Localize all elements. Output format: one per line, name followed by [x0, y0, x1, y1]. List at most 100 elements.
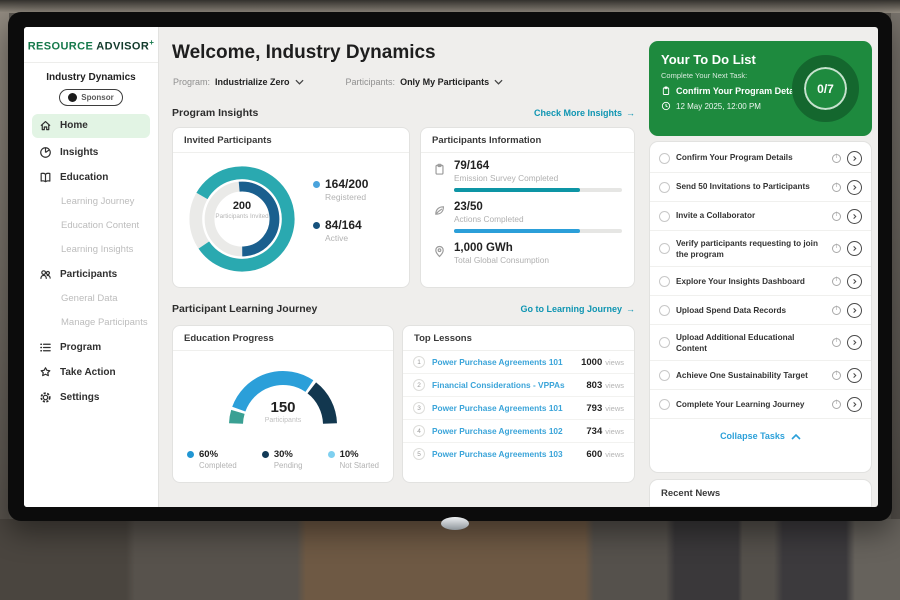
- participants-filter-value[interactable]: Only My Participants: [400, 77, 489, 87]
- legend-item: 30% Pending: [262, 449, 303, 470]
- task-checkbox[interactable]: [659, 276, 670, 287]
- task-chevron-button[interactable]: [847, 335, 862, 350]
- sidebar-item-manage-participants[interactable]: Manage Participants: [24, 311, 158, 335]
- book-icon: [39, 171, 52, 184]
- lesson-views: 600: [586, 449, 602, 460]
- task-chevron-button[interactable]: [847, 397, 862, 412]
- sidebar-item-education-content[interactable]: Education Content: [24, 214, 158, 238]
- task-checkbox[interactable]: [659, 305, 670, 316]
- task-label[interactable]: Invite a Collaborator: [676, 210, 826, 221]
- task-label[interactable]: Confirm Your Program Details: [676, 152, 826, 163]
- lesson-link[interactable]: Power Purchase Agreements 101: [432, 357, 581, 367]
- task-checkbox[interactable]: [659, 153, 670, 164]
- sidebar-item-program[interactable]: Program: [24, 335, 158, 360]
- sidebar-item-education[interactable]: Education: [24, 165, 158, 190]
- lesson-link[interactable]: Power Purchase Agreements 101: [432, 403, 586, 413]
- check-more-insights-link[interactable]: Check More Insights →: [534, 108, 635, 118]
- task-chevron-button[interactable]: [847, 151, 862, 166]
- task-label[interactable]: Verify participants requesting to join t…: [676, 238, 826, 260]
- task-label[interactable]: Explore Your Insights Dashboard: [676, 276, 826, 287]
- education-progress-gauge: 150 Participants: [208, 359, 358, 441]
- chevron-down-icon[interactable]: [494, 79, 503, 85]
- sidebar-item-participants[interactable]: Participants: [24, 262, 158, 287]
- recent-news-card: Recent News: [649, 479, 872, 507]
- arrow-right-icon: →: [626, 108, 635, 118]
- info-icon[interactable]: [832, 306, 841, 315]
- task-label[interactable]: Upload Additional Educational Content: [676, 332, 826, 354]
- lesson-row: 4 Power Purchase Agreements 102 734 view…: [403, 420, 634, 443]
- arrow-right-icon: →: [626, 304, 635, 314]
- task-chevron-button[interactable]: [847, 274, 862, 289]
- task-label[interactable]: Complete Your Learning Journey: [676, 399, 826, 410]
- sidebar-item-label: Settings: [60, 392, 99, 403]
- info-icon[interactable]: [832, 338, 841, 347]
- link-label: Check More Insights: [534, 108, 622, 118]
- task-chevron-button[interactable]: [847, 303, 862, 318]
- sidebar-item-insights[interactable]: Insights: [24, 140, 158, 165]
- task-chevron-button[interactable]: [847, 180, 862, 195]
- rank-badge: 4: [413, 425, 425, 437]
- sponsor-label: Sponsor: [81, 93, 113, 102]
- sidebar-item-take-action[interactable]: Take Action: [24, 360, 158, 385]
- todo-summary-card: Your To Do List Complete Your Next Task:…: [649, 41, 872, 136]
- info-icon[interactable]: [832, 400, 841, 409]
- go-to-learning-journey-link[interactable]: Go to Learning Journey→: [520, 304, 635, 314]
- location-pin-icon: [433, 245, 446, 258]
- sidebar-item-learning-journey[interactable]: Learning Journey: [24, 190, 158, 214]
- program-filter-value[interactable]: Industrialize Zero: [215, 77, 290, 87]
- task-chevron-button[interactable]: [847, 241, 862, 256]
- sidebar-item-settings[interactable]: Settings: [24, 385, 158, 410]
- task-chevron-button[interactable]: [847, 209, 862, 224]
- card-title: Education Progress: [173, 326, 393, 351]
- section-title: Program Insights: [172, 107, 258, 119]
- gauge-center-label: Participants: [208, 417, 358, 424]
- sidebar-item-learning-insights[interactable]: Learning Insights: [24, 238, 158, 262]
- gauge-center-value: 150: [208, 399, 358, 416]
- rank-badge: 2: [413, 379, 425, 391]
- task-label[interactable]: Achieve One Sustainability Target: [676, 370, 826, 381]
- sponsor-badge: Sponsor: [59, 89, 123, 106]
- collapse-tasks-link[interactable]: Collapse Tasks: [650, 419, 871, 449]
- sidebar-subitem-label: Learning Insights: [61, 244, 133, 255]
- lesson-link[interactable]: Power Purchase Agreements 102: [432, 426, 586, 436]
- sidebar-subitem-label: Learning Journey: [61, 196, 134, 207]
- background-right: [891, 13, 900, 521]
- logo-word1: RESOURCE: [28, 41, 94, 53]
- active-dot-icon: [313, 222, 320, 229]
- views-suffix: views: [605, 404, 624, 413]
- task-checkbox[interactable]: [659, 182, 670, 193]
- chevron-down-icon[interactable]: [295, 79, 304, 85]
- info-icon[interactable]: [832, 212, 841, 221]
- gauge-center: 150 Participants: [208, 399, 358, 424]
- task-checkbox[interactable]: [659, 399, 670, 410]
- info-icon[interactable]: [832, 244, 841, 253]
- info-icon[interactable]: [832, 371, 841, 380]
- task-checkbox[interactable]: [659, 337, 670, 348]
- task-checkbox[interactable]: [659, 243, 670, 254]
- clipboard-icon: [661, 86, 671, 96]
- task-row: Explore Your Insights Dashboard: [650, 267, 871, 296]
- todo-progress-value: 0/7: [817, 82, 834, 96]
- sidebar-item-general-data[interactable]: General Data: [24, 287, 158, 311]
- task-checkbox[interactable]: [659, 211, 670, 222]
- sidebar-menu: Home Insights Education Learning Journey…: [24, 114, 158, 410]
- invited-participants-donut: 200 Participants Invited: [183, 160, 301, 278]
- org-name: Industry Dynamics: [24, 72, 158, 83]
- task-label[interactable]: Upload Spend Data Records: [676, 305, 826, 316]
- monitor-power-button[interactable]: [441, 517, 469, 530]
- pending-dot-icon: [262, 451, 269, 458]
- lesson-link[interactable]: Power Purchase Agreements 103: [432, 449, 586, 459]
- task-checkbox[interactable]: [659, 370, 670, 381]
- info-icon[interactable]: [832, 277, 841, 286]
- lesson-link[interactable]: Financial Considerations - VPPAs: [432, 380, 586, 390]
- sidebar-subitem-label: Manage Participants: [61, 317, 148, 328]
- gear-icon: [39, 391, 52, 404]
- task-label[interactable]: Send 50 Invitations to Participants: [676, 181, 826, 192]
- invited-participants-card: Invited Participants 200 Participants In…: [172, 127, 410, 288]
- task-row: Complete Your Learning Journey: [650, 390, 871, 419]
- info-icon[interactable]: [832, 154, 841, 163]
- task-chevron-button[interactable]: [847, 368, 862, 383]
- info-icon[interactable]: [832, 183, 841, 192]
- lesson-row: 2 Financial Considerations - VPPAs 803 v…: [403, 374, 634, 397]
- sidebar-item-home[interactable]: Home: [32, 114, 150, 138]
